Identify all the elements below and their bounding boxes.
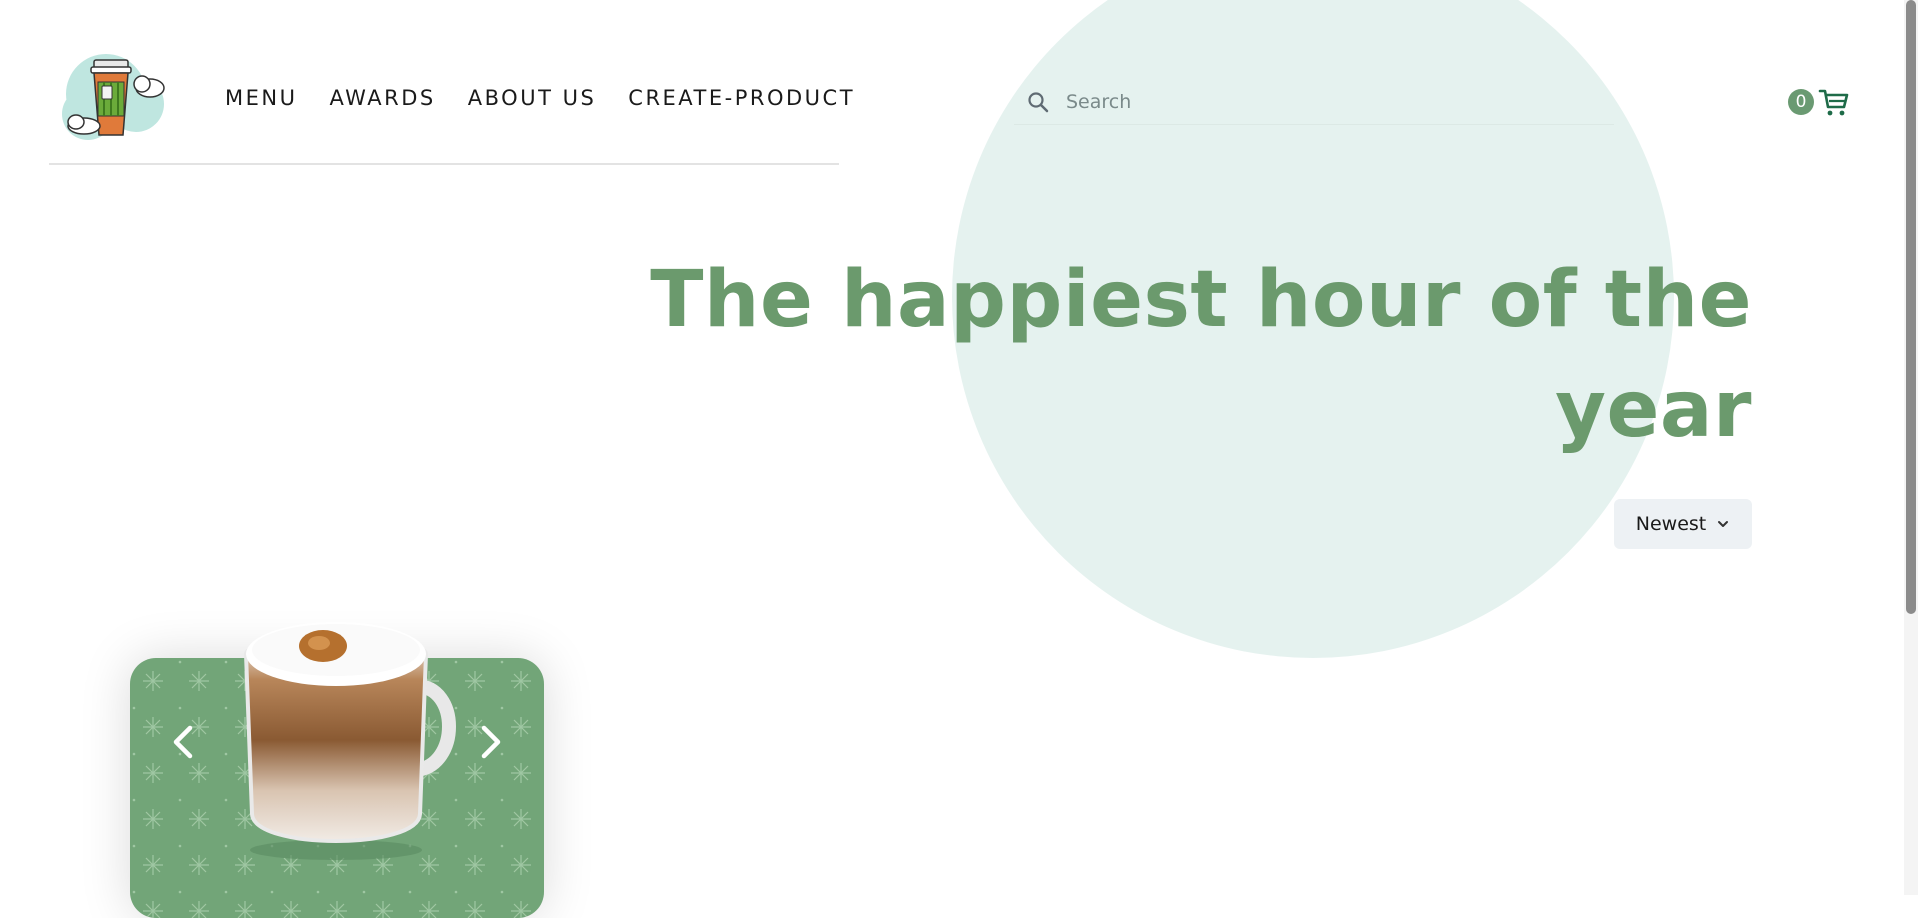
chevron-down-icon xyxy=(1718,521,1729,527)
nav-item-menu[interactable]: MENU xyxy=(225,86,297,110)
nav-item-about-us[interactable]: ABOUT US xyxy=(468,86,597,110)
nav-links: MENU AWARDS ABOUT US CREATE-PRODUCT xyxy=(225,86,855,110)
carousel-next-icon[interactable] xyxy=(478,722,504,762)
nav-item-awards[interactable]: AWARDS xyxy=(329,86,435,110)
page-scrollbar[interactable] xyxy=(1904,0,1918,895)
latte-mug-image xyxy=(243,622,456,860)
hero-title: The happiest hour of the year xyxy=(650,255,1752,455)
search-input[interactable] xyxy=(1064,90,1588,114)
cart-icon[interactable] xyxy=(1818,86,1850,118)
scrollbar-thumb[interactable] xyxy=(1906,0,1916,614)
sort-selected-label: Newest xyxy=(1635,513,1707,535)
cart[interactable]: 0 xyxy=(1788,86,1850,118)
search-icon[interactable] xyxy=(1026,90,1050,114)
nav-item-create-product[interactable]: CREATE-PRODUCT xyxy=(628,86,855,110)
cart-count-badge: 0 xyxy=(1788,89,1814,115)
sort-dropdown[interactable]: Newest xyxy=(1614,499,1752,549)
carousel-prev-icon[interactable] xyxy=(170,722,196,762)
coffee-cup-cloud-logo[interactable] xyxy=(58,50,168,146)
search-bar xyxy=(1014,80,1614,125)
hero-section: The happiest hour of the year xyxy=(602,245,1752,465)
